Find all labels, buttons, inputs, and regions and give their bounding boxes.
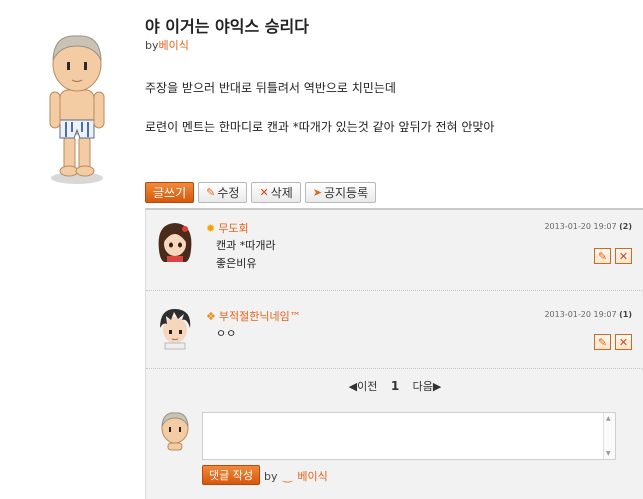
post-title: 야 이거는 야익스 승리다 <box>145 17 309 36</box>
reply-edit-button[interactable]: ✎ <box>594 334 611 350</box>
reply-author-link[interactable]: 베이식 <box>297 470 327 483</box>
post-body-line: 로련이 멘트는 한마디로 캔과 *따개가 있는것 같아 앞뒤가 전혀 안맞아 <box>145 120 495 134</box>
post-actions: 글쓰기 ✎ 수정 ✕ 삭제 ➤ 공지등록 <box>145 182 377 203</box>
comment-count: (1) <box>619 310 632 319</box>
comment-text: ㅇㅇ <box>216 325 236 343</box>
edit-doc-icon: ✎ <box>597 249 608 263</box>
commenter-avatar <box>154 306 196 350</box>
comment-tools: ✎ ✕ <box>594 248 632 264</box>
comment-divider <box>146 368 643 369</box>
reply-byline: by ‿ 베이식 <box>264 468 328 484</box>
comment-count: (2) <box>619 222 632 231</box>
byline-prefix: by <box>145 39 159 52</box>
sun-badge-icon: ✹ <box>206 222 216 235</box>
scroll-down-icon[interactable]: ▼ <box>606 450 611 457</box>
post-body-line: 주장을 받으러 반대로 뒤틀려서 역반으로 치민는데 <box>145 81 396 95</box>
wings-badge-icon: ❖ <box>206 310 216 323</box>
comment-delete-button[interactable]: ✕ <box>615 248 632 264</box>
write-button[interactable]: 글쓰기 <box>145 182 195 203</box>
reply-by-prefix: by <box>264 470 278 483</box>
reply-scrollbar[interactable]: ▲ ▼ <box>603 413 615 459</box>
close-icon: ✕ <box>618 249 629 263</box>
comment-panel: ✹ 무도회 2013-01-20 19:07 (2) 캔과 *따개라 좋은비유 ✎… <box>145 208 643 499</box>
reply-submit-label: 댓글 작성 <box>209 469 253 482</box>
commenter-nick[interactable]: ❖ 부적절한닉네임™ <box>206 308 301 324</box>
edit-button-label: 수정 <box>217 186 240 200</box>
commenter-nick-text: 부적절한닉네임™ <box>218 310 301 323</box>
pager-prev-link[interactable]: ◀이전 <box>349 380 378 393</box>
pencil-icon: ✎ <box>206 186 216 199</box>
commenter-nick-text: 무도회 <box>218 222 249 235</box>
close-icon: ✕ <box>618 335 629 349</box>
delete-button-label: 삭제 <box>270 186 293 200</box>
commenter-avatar <box>154 220 196 264</box>
notice-button-label: 공지등록 <box>323 186 369 200</box>
comment-date-text: 2013-01-20 19:07 <box>544 222 617 231</box>
comment-date: 2013-01-20 19:07 (2) <box>544 222 632 231</box>
post-byline: by베이식 <box>145 37 189 53</box>
post-author-avatar <box>36 28 118 188</box>
comment-item: ❖ 부적절한닉네임™ 2013-01-20 19:07 (1) ㅇㅇ ✎ ✕ <box>146 308 643 368</box>
comment-item: ✹ 무도회 2013-01-20 19:07 (2) 캔과 *따개라 좋은비유 ✎… <box>146 220 643 290</box>
comment-line: 좋은비유 <box>216 257 257 270</box>
reply-user-avatar <box>158 408 192 452</box>
reply-textarea[interactable]: ▲ ▼ <box>202 412 616 460</box>
pager-current-page[interactable]: 1 <box>391 379 399 393</box>
comment-date-text: 2013-01-20 19:07 <box>544 310 617 319</box>
comment-line: 캔과 *따개라 <box>216 239 276 252</box>
notice-button[interactable]: ➤ 공지등록 <box>304 182 377 203</box>
pager-next-link[interactable]: 다음▶ <box>413 380 442 393</box>
commenter-nick[interactable]: ✹ 무도회 <box>206 220 249 236</box>
comment-line: ㅇㅇ <box>216 327 237 340</box>
edit-button[interactable]: ✎ 수정 <box>198 182 248 203</box>
post-author-link[interactable]: 베이식 <box>159 39 189 52</box>
delete-button[interactable]: ✕ 삭제 <box>251 182 301 203</box>
comment-divider <box>146 290 643 291</box>
reply-submit-button[interactable]: 댓글 작성 <box>202 465 260 485</box>
smile-icon: ‿ <box>283 470 292 483</box>
post-body: 주장을 받으러 반대로 뒤틀려서 역반으로 치민는데 로련이 멘트는 한마디로 … <box>145 79 494 157</box>
x-icon: ✕ <box>259 186 269 199</box>
comment-date: 2013-01-20 19:07 (1) <box>544 310 632 319</box>
reply-edit-button[interactable]: ✎ <box>594 248 611 264</box>
edit-doc-icon: ✎ <box>597 335 608 349</box>
write-button-label: 글쓰기 <box>153 186 187 200</box>
comment-tools: ✎ ✕ <box>594 334 632 350</box>
scroll-up-icon[interactable]: ▲ <box>606 415 611 422</box>
comment-pager: ◀이전 1 다음▶ <box>146 378 643 394</box>
arrow-right-icon: ➤ <box>312 186 322 199</box>
comment-delete-button[interactable]: ✕ <box>615 334 632 350</box>
comment-text: 캔과 *따개라 좋은비유 <box>216 237 276 273</box>
